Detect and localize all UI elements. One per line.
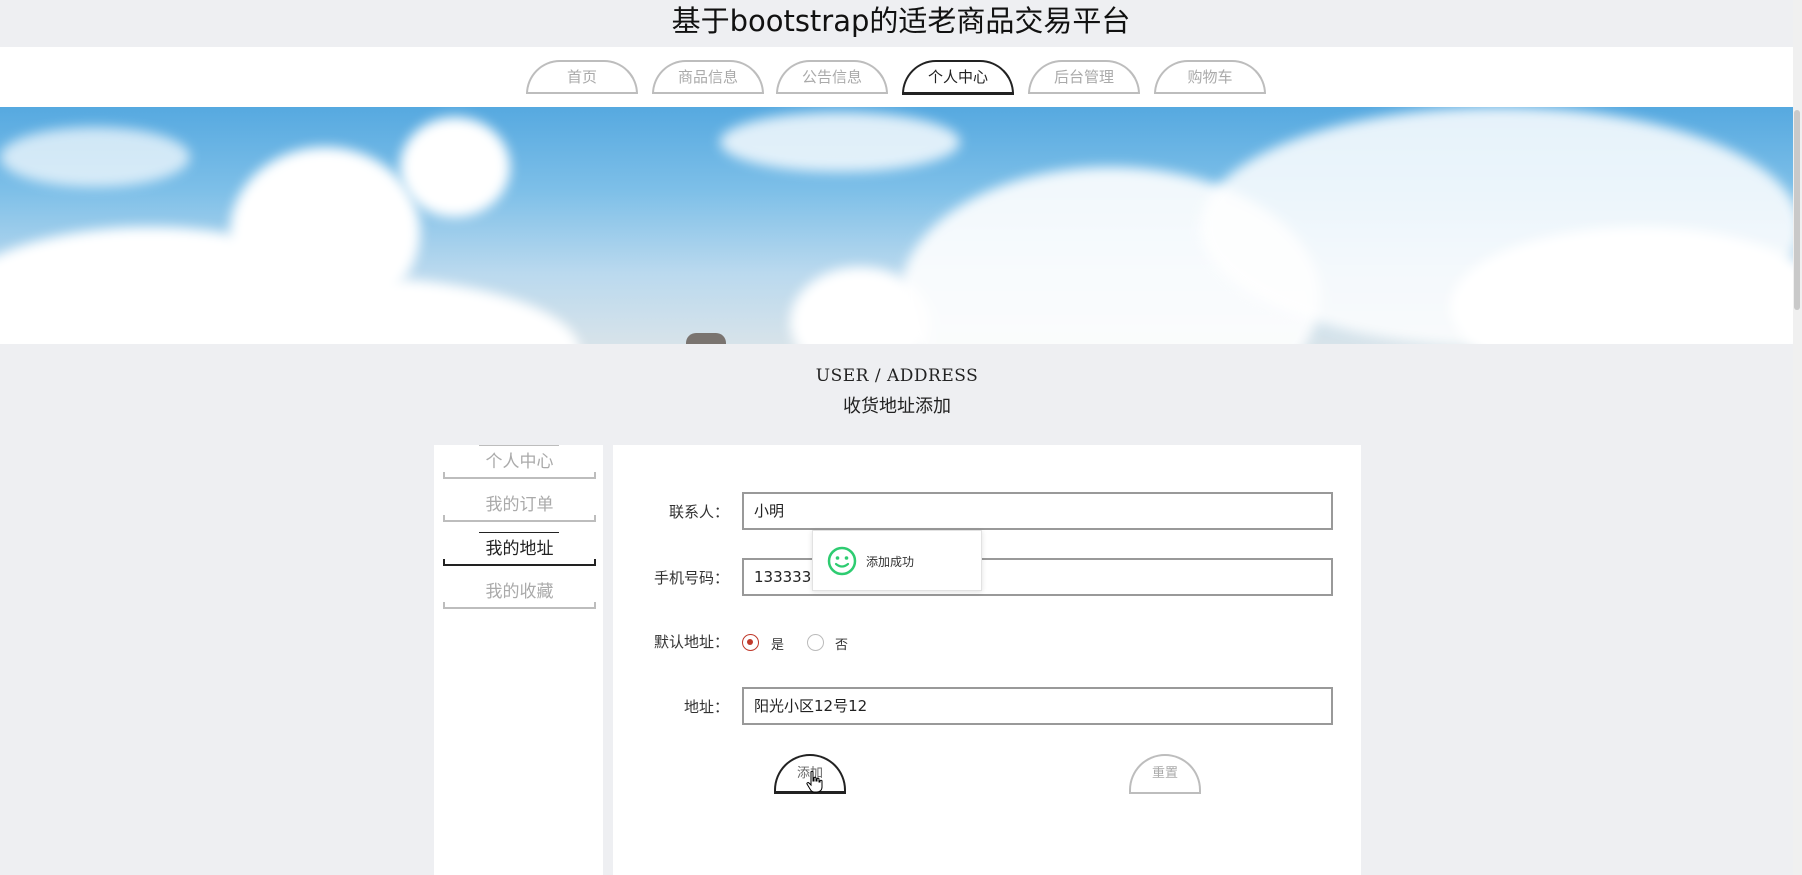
user-sidebar: 个人中心 我的订单 我的地址 我的收藏: [434, 445, 603, 875]
nav-tab-home[interactable]: 首页: [526, 60, 638, 94]
contact-label: 联系人：: [668, 503, 729, 521]
nav-tab-cart[interactable]: 购物车: [1154, 60, 1266, 94]
section-heading-cn: 收货地址添加: [843, 396, 951, 417]
success-toast: 添加成功: [812, 530, 982, 591]
divider: [479, 532, 559, 533]
section-heading-en: USER / ADDRESS: [815, 366, 979, 386]
site-title: 基于bootstrap的适老商品交易平台: [671, 4, 1131, 38]
reset-button[interactable]: 重置: [1129, 754, 1201, 794]
radio-default-yes[interactable]: [742, 634, 759, 651]
nav-tab-admin[interactable]: 后台管理: [1028, 60, 1140, 94]
nav-tab-products[interactable]: 商品信息: [652, 60, 764, 94]
sidebar-item-addresses[interactable]: 我的地址: [443, 534, 596, 566]
sidebar-item-personal-center[interactable]: 个人中心: [443, 447, 596, 479]
radio-yes-label: 是: [771, 638, 785, 653]
address-input[interactable]: 阳光小区12号12: [742, 687, 1333, 725]
nav-tab-announcements[interactable]: 公告信息: [776, 60, 888, 94]
default-address-label: 默认地址：: [653, 633, 729, 651]
sidebar-item-favorites[interactable]: 我的收藏: [443, 577, 596, 609]
hand-cursor-icon: [806, 770, 823, 793]
sky-banner: [0, 107, 1800, 344]
main-nav: 首页 商品信息 公告信息 个人中心 后台管理 购物车: [0, 47, 1802, 107]
sidebar-item-orders[interactable]: 我的订单: [443, 490, 596, 522]
page-scrollbar[interactable]: [1793, 0, 1802, 875]
smile-icon: [827, 546, 857, 576]
contact-input[interactable]: 小明: [742, 492, 1333, 530]
address-form-panel: 联系人： 小明 手机号码： 1333336 默认地址： 是 否 地址： 阳光小区…: [613, 445, 1361, 875]
toast-message: 添加成功: [866, 555, 915, 569]
scrollbar-thumb[interactable]: [1794, 110, 1800, 310]
nav-tab-personal-center[interactable]: 个人中心: [902, 60, 1014, 95]
divider: [479, 445, 559, 446]
radio-no-label: 否: [835, 638, 849, 653]
phone-label: 手机号码：: [653, 569, 729, 587]
radio-default-no[interactable]: [807, 634, 824, 651]
address-label: 地址：: [683, 698, 729, 716]
